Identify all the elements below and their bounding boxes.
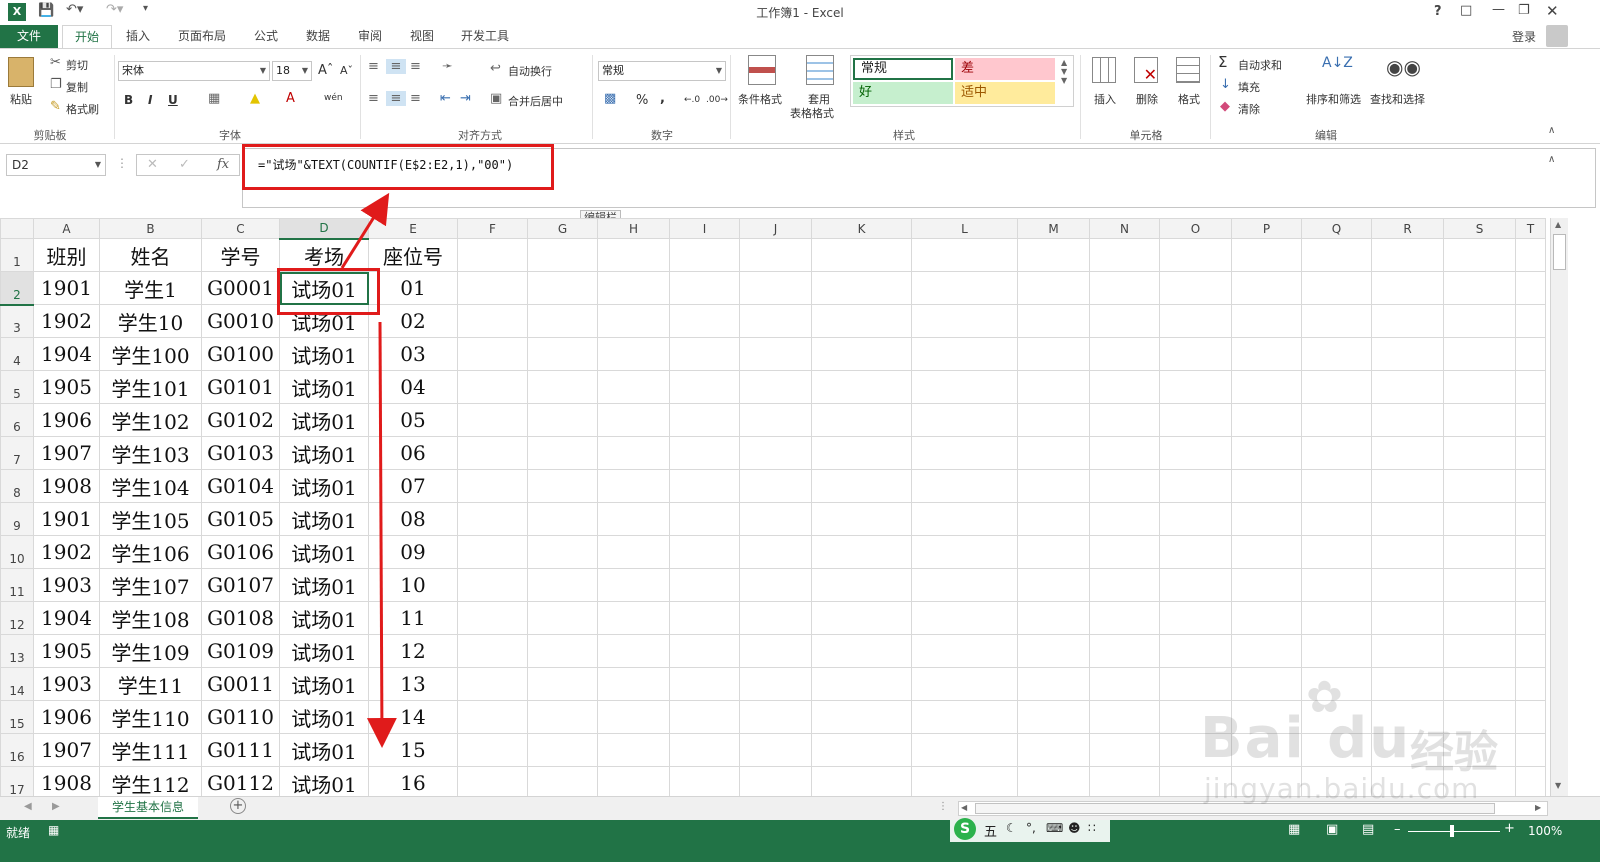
macro-record-icon[interactable]: ▦ bbox=[48, 823, 59, 837]
status-ready: 就绪 bbox=[6, 826, 31, 840]
zoom-in-button[interactable]: + bbox=[1504, 821, 1515, 836]
page-break-view-icon[interactable]: ▤ bbox=[1362, 822, 1374, 837]
ime-toolbar: S 五 ☾ °, ⌨ ☻ ∷ bbox=[950, 818, 1110, 842]
status-bar: 就绪 ▦ S 五 ☾ °, ⌨ ☻ ∷ ▦ ▣ ▤ – + 100% bbox=[0, 818, 1600, 862]
keyboard-icon[interactable]: ⌨ bbox=[1046, 821, 1063, 835]
zoom-slider-track[interactable] bbox=[1408, 831, 1500, 832]
punctuation-icon[interactable]: °, bbox=[1026, 821, 1036, 835]
apps-icon[interactable]: ∷ bbox=[1088, 821, 1096, 835]
arrow-to-formula bbox=[340, 192, 390, 269]
page-layout-view-icon[interactable]: ▣ bbox=[1326, 822, 1338, 837]
split-handle-icon[interactable]: ⋮ bbox=[938, 801, 948, 812]
watermark-brand: Bai du bbox=[1200, 706, 1412, 771]
sogou-logo-icon[interactable]: S bbox=[954, 818, 976, 840]
normal-view-icon[interactable]: ▦ bbox=[1288, 822, 1300, 837]
watermark-cn: 经验 bbox=[1410, 727, 1498, 778]
user-icon[interactable]: ☻ bbox=[1068, 821, 1081, 835]
watermark-url: jingyan.baidu.com bbox=[1204, 772, 1480, 805]
baidu-watermark: ✿ Bai du 经验 jingyan.baidu.com bbox=[1200, 672, 1580, 822]
next-sheet-icon[interactable]: ▶ bbox=[52, 801, 60, 812]
moon-icon[interactable]: ☾ bbox=[1006, 821, 1017, 835]
excel-window: { "window": { "title": "工作簿1 - Excel", "… bbox=[0, 0, 1600, 862]
ime-mode[interactable]: 五 bbox=[984, 821, 997, 840]
sheet-tab-student-info[interactable]: 学生基本信息 bbox=[98, 797, 198, 819]
scroll-left-icon[interactable]: ◀ bbox=[961, 803, 967, 812]
prev-sheet-icon[interactable]: ◀ bbox=[24, 801, 32, 812]
add-sheet-icon[interactable]: + bbox=[230, 798, 246, 814]
zoom-slider-thumb[interactable] bbox=[1450, 825, 1454, 837]
arrow-fill-down bbox=[366, 321, 397, 748]
zoom-out-button[interactable]: – bbox=[1394, 822, 1401, 837]
zoom-level[interactable]: 100% bbox=[1528, 824, 1562, 838]
